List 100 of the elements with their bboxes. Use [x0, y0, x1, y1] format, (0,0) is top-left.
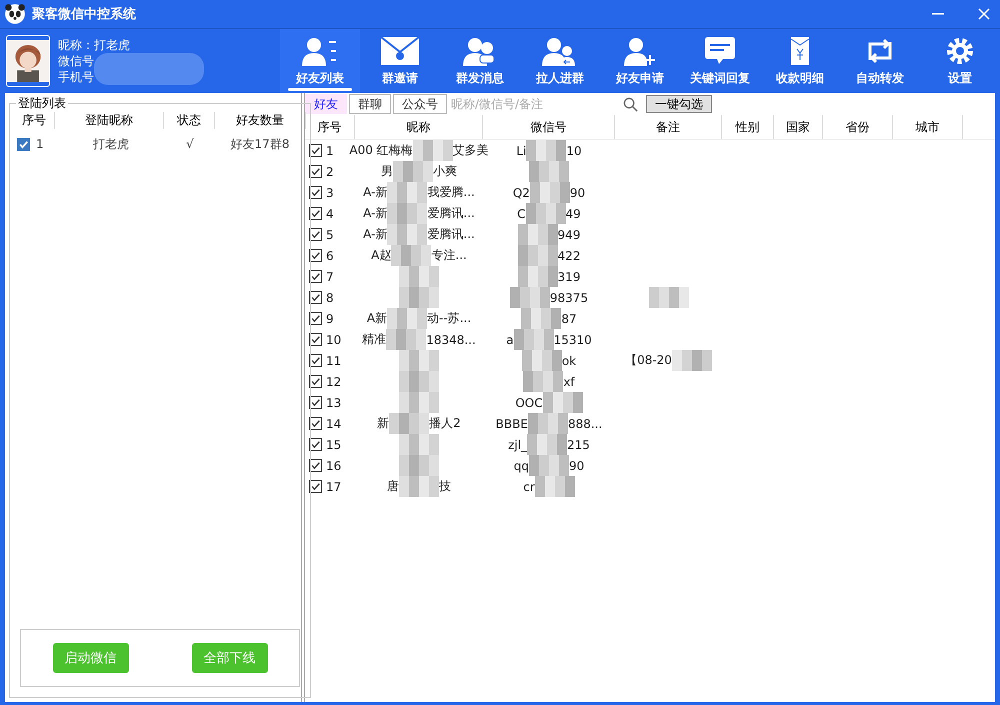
tab[interactable]: 群聊	[349, 94, 391, 114]
column-header: 性别	[722, 115, 774, 139]
column-header: 备注	[615, 115, 722, 139]
checkbox[interactable]	[309, 459, 322, 472]
table-cell: ok	[562, 354, 576, 368]
phone-label: 手机号	[58, 69, 96, 85]
table-cell: 精准	[362, 331, 386, 348]
checkbox[interactable]	[309, 207, 322, 220]
column-header: 序号	[305, 115, 355, 139]
table-cell: 6	[326, 248, 334, 262]
redaction-mosaic	[386, 329, 426, 350]
redaction-mosaic	[528, 455, 569, 476]
redaction-mosaic	[391, 245, 432, 266]
table-cell: 【08-20	[625, 352, 672, 369]
table-cell: 90	[570, 186, 586, 200]
panda-logo-icon	[4, 3, 26, 25]
close-icon[interactable]	[978, 8, 990, 20]
checkbox[interactable]	[309, 375, 322, 388]
toolbar-button[interactable]: 设置	[920, 29, 1000, 93]
search-icon[interactable]	[623, 96, 638, 112]
checkbox[interactable]	[309, 438, 322, 451]
redaction-mosaic	[518, 224, 558, 245]
table-cell: BBBE	[496, 416, 528, 430]
redaction-mosaic	[542, 392, 583, 413]
table-cell: qq	[514, 458, 529, 472]
select-all-button[interactable]: 一键勾选	[646, 95, 712, 113]
toolbar-button[interactable]: 自动转发	[840, 29, 920, 93]
checkbox[interactable]	[309, 249, 322, 262]
table-cell: A-新	[363, 184, 388, 201]
table-cell: cr	[523, 480, 535, 494]
checkbox[interactable]	[309, 333, 322, 346]
checkbox[interactable]	[17, 138, 30, 150]
table-cell: 3	[326, 186, 334, 200]
table-cell: 49	[566, 206, 581, 220]
table-cell: zjl_	[508, 438, 528, 452]
toolbar-button[interactable]: 群发消息	[440, 29, 520, 93]
tab[interactable]: 好友	[305, 94, 347, 114]
table-cell: 16	[326, 458, 342, 472]
table-cell: 15310	[554, 332, 592, 346]
column-header: 省份	[823, 115, 893, 139]
table-cell: C	[517, 206, 526, 220]
table-cell: 10	[326, 332, 342, 346]
table-cell: 爱腾讯...	[427, 226, 475, 243]
checkbox[interactable]	[309, 165, 322, 178]
checkbox[interactable]	[309, 291, 322, 304]
table-cell: 10	[566, 144, 582, 158]
toolbar-button[interactable]: 好友申请	[600, 29, 680, 93]
checkbox[interactable]	[309, 480, 322, 493]
table-cell-text: 好友17群8	[230, 136, 290, 152]
checkbox[interactable]	[309, 396, 322, 409]
table-cell: A新	[366, 310, 388, 327]
toolbar-button[interactable]: 好友列表	[280, 29, 360, 93]
table-cell: 8	[326, 290, 334, 304]
redaction-mosaic	[518, 245, 558, 266]
checkbox[interactable]	[309, 312, 322, 325]
column-header: 状态	[164, 112, 215, 128]
checkbox[interactable]	[309, 354, 322, 367]
redaction-mosaic	[528, 413, 568, 434]
nickname-label: 昵称：打老虎	[58, 37, 132, 53]
column-header: 登陆昵称	[55, 112, 164, 128]
table-cell: 艾多美	[452, 142, 489, 159]
redaction-mosaic	[672, 350, 712, 371]
column-header: 微信号	[483, 115, 615, 139]
table-cell: a	[506, 332, 514, 346]
redaction-mosaic	[393, 161, 433, 182]
table-cell: 13	[326, 396, 342, 410]
table-cell: 319	[558, 270, 580, 284]
table-cell: 5	[326, 228, 334, 242]
table-cell: 动--苏...	[427, 310, 472, 327]
table-cell: 12	[326, 374, 342, 388]
column-header: 城市	[893, 115, 963, 139]
envelope-icon	[380, 36, 420, 66]
table-cell: 215	[567, 438, 590, 452]
checkbox[interactable]	[309, 144, 322, 157]
table-cell: OOC	[515, 396, 543, 410]
table-cell: 小爽	[433, 163, 457, 180]
redaction-mosaic	[387, 182, 428, 203]
redaction-mosaic	[514, 329, 554, 350]
table-cell: 7	[326, 270, 334, 284]
toolbar-button[interactable]: 收款明细	[760, 29, 840, 93]
tab[interactable]: 公众号	[393, 94, 447, 114]
table-cell: 18348...	[426, 332, 476, 346]
table-cell: 90	[568, 458, 584, 472]
checkbox[interactable]	[309, 270, 322, 283]
toolbar-button[interactable]: 群邀请	[360, 29, 440, 93]
redaction-mosaic	[523, 371, 564, 392]
table-cell-text: √	[185, 137, 195, 151]
table-cell: 949	[558, 228, 580, 242]
table-cell: 播人2	[429, 415, 461, 432]
toolbar-button[interactable]: 拉人进群	[520, 29, 600, 93]
redaction-mosaic	[527, 434, 568, 455]
redaction-mosaic	[510, 287, 550, 308]
checkbox[interactable]	[309, 228, 322, 241]
table-cell: 2	[326, 164, 334, 178]
redaction-mosaic	[521, 308, 562, 329]
checkbox[interactable]	[309, 417, 322, 430]
toolbar-button[interactable]: 关键词回复	[680, 29, 760, 93]
redaction-mosaic	[526, 203, 566, 224]
redaction-mosaic	[387, 203, 428, 224]
checkbox[interactable]	[309, 186, 322, 199]
